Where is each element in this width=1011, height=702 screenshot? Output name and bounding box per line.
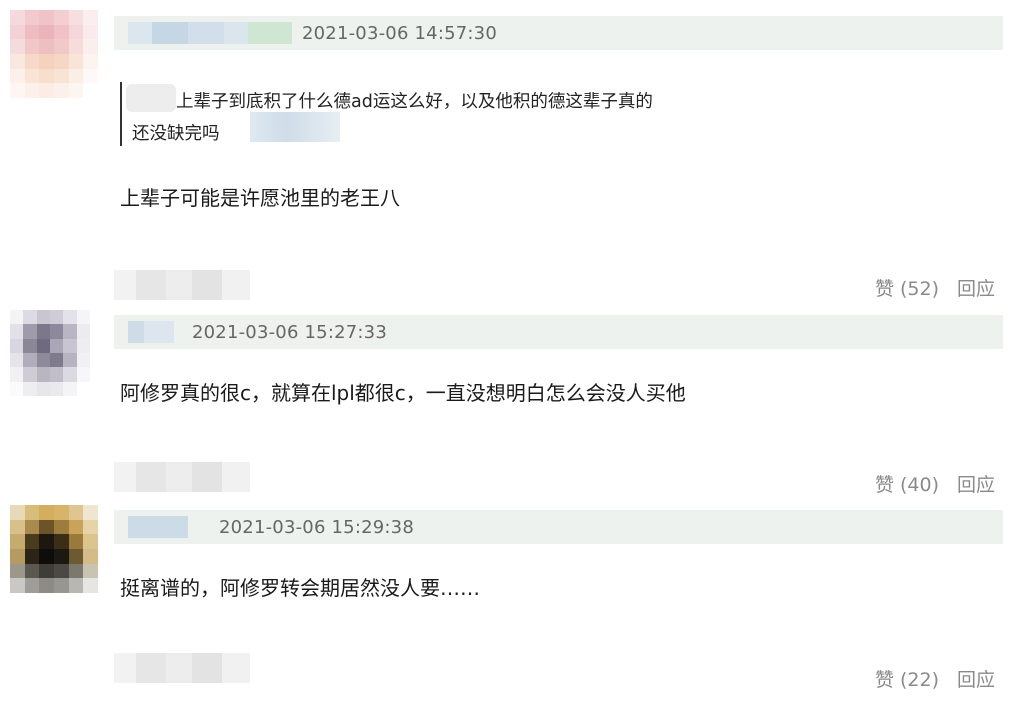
comment-timestamp: 2021-03-06 14:57:30 <box>302 23 497 44</box>
username[interactable] <box>128 321 174 343</box>
username[interactable] <box>128 22 292 44</box>
comment-timestamp: 2021-03-06 15:29:38 <box>219 517 414 538</box>
avatar[interactable] <box>10 10 98 98</box>
quote-text-line-1: 上辈子到底积了什么德ad运这么好，以及他积的德这辈子真的 <box>176 92 653 112</box>
like-button[interactable]: 赞 (22) <box>875 669 939 691</box>
quoted-username[interactable] <box>126 84 176 112</box>
comment-item: 2021-03-06 15:29:38 挺离谱的，阿修罗转会期居然没人要…… 赞… <box>0 500 1011 702</box>
comment-text: 阿修罗真的很c，就算在lpl都很c，一直没想明白怎么会没人买他 <box>120 381 686 405</box>
comment-item: 2021-03-06 14:57:30 上辈子到底积了什么德ad运这么好，以及他… <box>0 0 1011 300</box>
quoted-comment: 上辈子到底积了什么德ad运这么好，以及他积的德这辈子真的 还没缺完吗 <box>120 82 762 146</box>
comment-header: 2021-03-06 15:29:38 <box>114 510 1003 544</box>
comment-actions: 赞 (22) 回应 <box>875 665 995 692</box>
like-button[interactable]: 赞 (40) <box>875 474 939 496</box>
comment-text: 挺离谱的，阿修罗转会期居然没人要…… <box>120 576 480 600</box>
comment-meta <box>114 462 250 492</box>
avatar[interactable] <box>10 310 90 396</box>
comment-header: 2021-03-06 15:27:33 <box>114 315 1003 349</box>
comment-item: 2021-03-06 15:27:33 阿修罗真的很c，就算在lpl都很c，一直… <box>0 300 1011 500</box>
avatar[interactable] <box>10 505 98 593</box>
comment-meta <box>114 270 250 300</box>
comment-header: 2021-03-06 14:57:30 <box>114 16 1003 50</box>
reply-button[interactable]: 回应 <box>957 474 995 496</box>
comment-text: 上辈子可能是许愿池里的老王八 <box>120 186 400 210</box>
username[interactable] <box>128 516 188 538</box>
quote-text-line-2: 还没缺完吗 <box>132 124 220 144</box>
reply-button[interactable]: 回应 <box>957 669 995 691</box>
quote-source-tag <box>250 112 340 142</box>
like-button[interactable]: 赞 (52) <box>875 278 939 300</box>
comment-actions: 赞 (52) 回应 <box>875 274 995 301</box>
comment-meta <box>114 653 250 683</box>
reply-button[interactable]: 回应 <box>957 278 995 300</box>
comment-actions: 赞 (40) 回应 <box>875 470 995 497</box>
comment-timestamp: 2021-03-06 15:27:33 <box>192 322 387 343</box>
